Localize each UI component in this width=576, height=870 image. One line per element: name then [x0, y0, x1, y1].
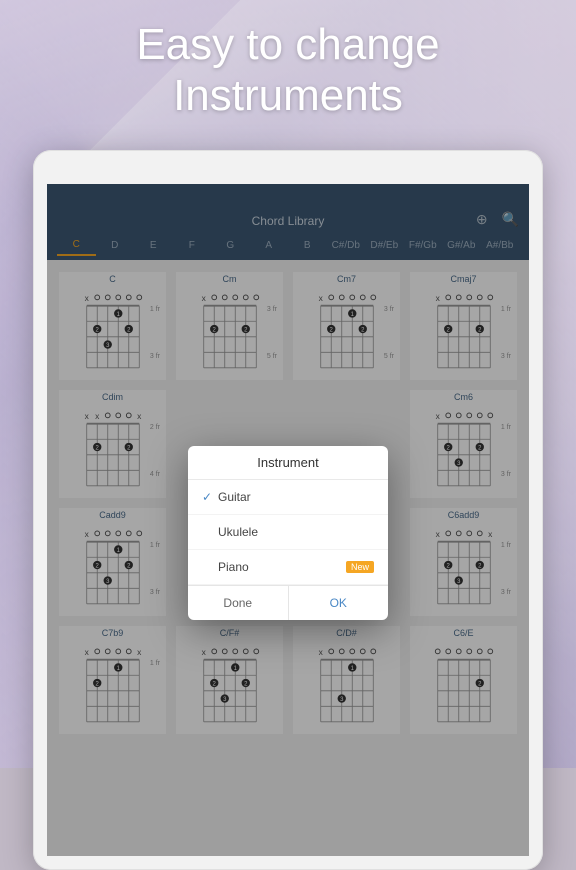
ipad-frame: Chord Library ⊕ 🔍 CDEFGABC#/DbD#/EbF#/Gb… [33, 150, 543, 870]
check-icon: ✓ [202, 490, 218, 504]
instrument-option-ukulele[interactable]: Ukulele [188, 515, 388, 550]
dialog-actions: Done OK [188, 585, 388, 620]
promo-headline: Easy to changeInstruments [0, 20, 576, 121]
app-screen: Chord Library ⊕ 🔍 CDEFGABC#/DbD#/EbF#/Gb… [47, 184, 529, 856]
done-button[interactable]: Done [188, 586, 289, 620]
instrument-dialog: Instrument ✓ Guitar Ukulele Piano New Do… [188, 446, 388, 620]
option-label: Ukulele [218, 525, 374, 539]
dialog-title: Instrument [188, 446, 388, 480]
ok-button[interactable]: OK [289, 586, 389, 620]
option-label: Piano [218, 560, 346, 574]
new-badge: New [346, 561, 374, 573]
instrument-option-guitar[interactable]: ✓ Guitar [188, 480, 388, 515]
option-label: Guitar [218, 490, 374, 504]
instrument-option-piano[interactable]: Piano New [188, 550, 388, 585]
